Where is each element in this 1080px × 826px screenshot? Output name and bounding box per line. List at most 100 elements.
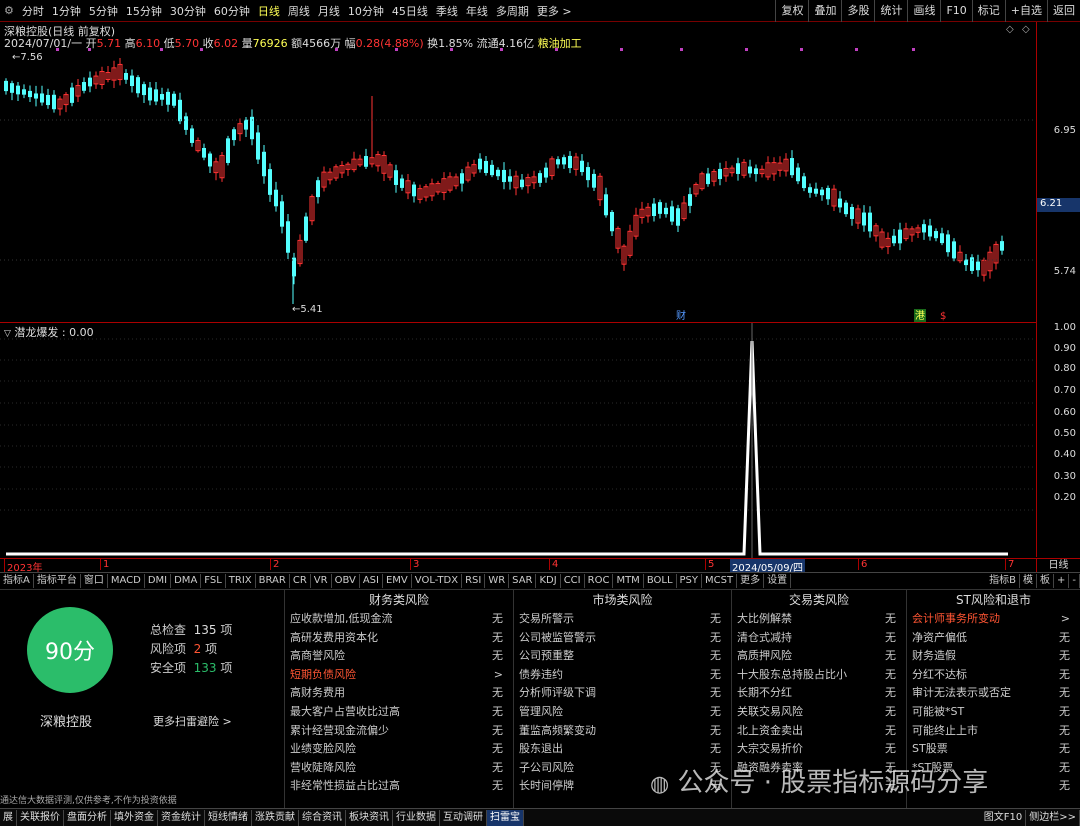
status-tab[interactable]: 涨跌贡献	[252, 809, 299, 826]
indicator-tab[interactable]: EMV	[383, 573, 412, 588]
indicator-tab[interactable]: 设置	[764, 573, 792, 588]
period-tab[interactable]: 日线	[254, 3, 284, 19]
period-tab[interactable]: 60分钟	[210, 3, 254, 19]
indicator-tab[interactable]: MTM	[613, 573, 644, 588]
risk-item[interactable]: 营收陡降风险 无	[285, 759, 513, 778]
status-tab[interactable]: 展	[0, 809, 17, 826]
indicator-tab[interactable]: ROC	[585, 573, 614, 588]
indicator-tab[interactable]: TRIX	[226, 573, 256, 588]
indicator-tab[interactable]: VR	[311, 573, 332, 588]
indicator-tab[interactable]: 更多	[737, 573, 765, 588]
risk-item[interactable]: 非经常性损益占比过高 无	[285, 777, 513, 796]
indicator-collapse-icon[interactable]: ▽	[4, 329, 11, 339]
period-tab[interactable]: 多周期	[492, 3, 533, 19]
indicator-tab[interactable]: VOL-TDX	[412, 573, 463, 588]
indicator-tab[interactable]: FSL	[201, 573, 226, 588]
status-tab[interactable]: 短线情绪	[205, 809, 252, 826]
risk-item[interactable]: 短期负债风险 >	[285, 666, 513, 685]
indicator-chart[interactable]	[0, 322, 1036, 558]
risk-item[interactable]: 关联交易风险 无	[732, 703, 906, 722]
indicator-tab[interactable]: OBV	[332, 573, 360, 588]
indicator-tab[interactable]: CR	[290, 573, 311, 588]
risk-item[interactable]: 财务造假 无	[907, 647, 1080, 666]
tabs-right-button[interactable]: 板	[1037, 573, 1054, 588]
risk-item[interactable]: 交易所警示 无	[514, 610, 731, 629]
indicator-tab[interactable]: 窗口	[81, 573, 108, 588]
period-tab[interactable]: 10分钟	[344, 3, 388, 19]
indicator-tab[interactable]: ASI	[360, 573, 383, 588]
indicator-tab[interactable]: DMA	[171, 573, 202, 588]
period-tab[interactable]: 1分钟	[48, 3, 85, 19]
risk-item[interactable]: 分红不达标 无	[907, 666, 1080, 685]
status-right-button[interactable]: 侧边栏>>	[1026, 809, 1080, 826]
indicator-tab[interactable]: MCST	[702, 573, 738, 588]
risk-item[interactable]: 公司预重整 无	[514, 647, 731, 666]
risk-item[interactable]: 清仓式减持 无	[732, 629, 906, 648]
indicator-tab[interactable]: BOLL	[644, 573, 677, 588]
risk-item[interactable]: 业绩变脸风险 无	[285, 740, 513, 759]
indicator-tab[interactable]: PSY	[677, 573, 703, 588]
status-tab[interactable]: 关联报价	[17, 809, 64, 826]
period-tab[interactable]: 月线	[314, 3, 344, 19]
risk-item[interactable]: 净资产偏低 无	[907, 629, 1080, 648]
period-tab[interactable]: 更多 >	[533, 3, 576, 19]
indicator-tab[interactable]: BRAR	[256, 573, 290, 588]
period-tab[interactable]: 5分钟	[85, 3, 122, 19]
more-scan-link[interactable]: 更多扫雷避险 >	[153, 713, 232, 729]
risk-item[interactable]: 管理风险 无	[514, 703, 731, 722]
toolbar-button[interactable]: 画线	[907, 0, 940, 22]
toolbar-button[interactable]: 统计	[874, 0, 907, 22]
risk-item[interactable]: 股东退出 无	[514, 740, 731, 759]
toolbar-button[interactable]: 多股	[841, 0, 874, 22]
risk-item[interactable]: 公司被监管警示 无	[514, 629, 731, 648]
period-label[interactable]: 日线	[1036, 558, 1080, 572]
toolbar-button[interactable]: 标记	[971, 0, 1005, 22]
indicator-tab[interactable]: DMI	[145, 573, 172, 588]
risk-item[interactable]: 北上资金卖出 无	[732, 722, 906, 741]
period-tab[interactable]: 周线	[284, 3, 314, 19]
risk-item[interactable]: 债券违约 无	[514, 666, 731, 685]
risk-item[interactable]: ST股票 无	[907, 740, 1080, 759]
status-tab[interactable]: 资金统计	[158, 809, 205, 826]
risk-item[interactable]: 审计无法表示或否定 无	[907, 684, 1080, 703]
risk-item[interactable]: 高商誉风险 无	[285, 647, 513, 666]
risk-item[interactable]: 高研发费用资本化 无	[285, 629, 513, 648]
risk-item[interactable]: 长期不分红 无	[732, 684, 906, 703]
risk-item[interactable]: 应收款增加,低现金流 无	[285, 610, 513, 629]
toolbar-button[interactable]: 复权	[775, 0, 808, 22]
period-tab[interactable]: 季线	[432, 3, 462, 19]
indicator-tab[interactable]: RSI	[462, 573, 486, 588]
period-tab[interactable]: 年线	[462, 3, 492, 19]
risk-item[interactable]: 董监高频繁变动 无	[514, 722, 731, 741]
status-right-button[interactable]: 图文F10	[981, 809, 1027, 826]
toolbar-button[interactable]: F10	[940, 0, 971, 22]
status-tab[interactable]: 综合资讯	[299, 809, 346, 826]
indicator-tab[interactable]: MACD	[108, 573, 145, 588]
risk-item[interactable]: 可能终止上市 无	[907, 722, 1080, 741]
tabs-right-button[interactable]: 指标B	[986, 573, 1020, 588]
period-tab[interactable]: 30分钟	[166, 3, 210, 19]
period-tab[interactable]: 15分钟	[122, 3, 166, 19]
risk-item[interactable]: 累计经营现金流偏少 无	[285, 722, 513, 741]
risk-item[interactable]: 会计师事务所变动 >	[907, 610, 1080, 629]
indicator-tab[interactable]: CCI	[561, 573, 585, 588]
status-tab[interactable]: 盘面分析	[64, 809, 111, 826]
indicator-tab[interactable]: 指标平台	[34, 573, 81, 588]
status-tab[interactable]: 板块资讯	[346, 809, 393, 826]
risk-item[interactable]: 可能被*ST 无	[907, 703, 1080, 722]
risk-item[interactable]: 高质押风险 无	[732, 647, 906, 666]
risk-item[interactable]: 大宗交易折价 无	[732, 740, 906, 759]
period-tab[interactable]: 45日线	[388, 3, 432, 19]
risk-item[interactable]: 高财务费用 无	[285, 684, 513, 703]
period-tab[interactable]: 分时	[18, 3, 48, 19]
risk-item[interactable]: 最大客户占营收比过高 无	[285, 703, 513, 722]
status-tab[interactable]: 扫雷宝	[487, 809, 524, 826]
indicator-tab[interactable]: WR	[485, 573, 510, 588]
status-tab[interactable]: 填外资金	[111, 809, 158, 826]
toolbar-button[interactable]: +自选	[1004, 0, 1047, 22]
indicator-tab[interactable]: 指标A	[0, 573, 34, 588]
tabs-right-button[interactable]: +	[1054, 573, 1070, 588]
toolbar-button[interactable]: 叠加	[808, 0, 841, 22]
candlestick-chart[interactable]: ←7.56 ←5.41 财 港 $	[0, 22, 1036, 322]
status-tab[interactable]: 互动调研	[440, 809, 487, 826]
